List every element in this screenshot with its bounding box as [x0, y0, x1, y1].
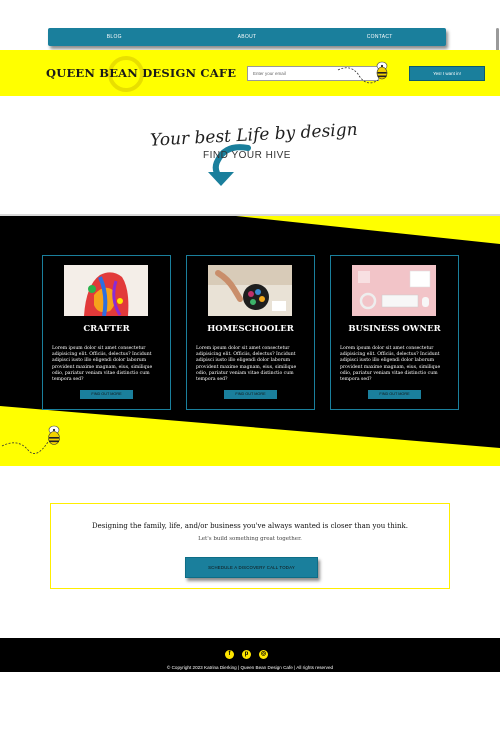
card-title: CRAFTER [83, 324, 130, 334]
nav-item-blog[interactable]: BLOG [48, 34, 181, 40]
service-card-crafter: CRAFTER Lorem ipsum dolor sit amet conse… [42, 255, 171, 410]
bee-icon [1, 425, 60, 454]
schedule-call-button[interactable]: SCHEDULE A DISCOVERY CALL TODAY [185, 557, 318, 578]
crafter-image [64, 265, 148, 316]
service-card-homeschooler: HOMESCHOOLER Lorem ipsum dolor sit amet … [186, 255, 315, 410]
business-owner-image [352, 265, 436, 316]
find-out-more-button[interactable]: FIND OUT MORE [224, 390, 277, 399]
nav-item-about[interactable]: ABOUT [181, 34, 314, 40]
instagram-icon[interactable]: ◎ [259, 650, 268, 659]
find-out-more-button[interactable]: FIND OUT MORE [80, 390, 133, 399]
service-card-business-owner: BUSINESS OWNER Lorem ipsum dolor sit ame… [330, 255, 459, 410]
card-title: BUSINESS OWNER [348, 324, 441, 334]
cta-heading: Designing the family, life, and/or busin… [92, 522, 408, 530]
card-text: Lorem ipsum dolor sit amet consectetur a… [340, 346, 441, 383]
subscribe-button[interactable]: Yes! I want in! [409, 66, 485, 81]
hero-subtitle: FIND YOUR HIVE [203, 150, 291, 161]
copyright-text: © Copyright 2023 Katrina Dierking | Quee… [166, 665, 334, 670]
card-title: HOMESCHOOLER [207, 324, 294, 334]
main-nav: BLOG ABOUT CONTACT [48, 28, 446, 46]
bee-icon [337, 61, 388, 84]
top-strip [0, 0, 500, 24]
card-text: Lorem ipsum dolor sit amet consectetur a… [52, 346, 153, 383]
facebook-icon[interactable]: f [225, 650, 234, 659]
nav-item-contact[interactable]: CONTACT [313, 34, 446, 40]
brand-title[interactable]: QUEEN BEAN DESIGN CAFE [46, 66, 236, 80]
curved-arrow-icon [208, 144, 251, 186]
card-text: Lorem ipsum dolor sit amet consectetur a… [196, 346, 297, 383]
cta-subheading: Let's build something great together. [198, 536, 302, 542]
homeschooler-image [208, 265, 292, 316]
cta-box: Designing the family, life, and/or busin… [50, 503, 450, 589]
find-out-more-button[interactable]: FIND OUT MORE [368, 390, 421, 399]
pinterest-icon[interactable]: p [242, 650, 251, 659]
